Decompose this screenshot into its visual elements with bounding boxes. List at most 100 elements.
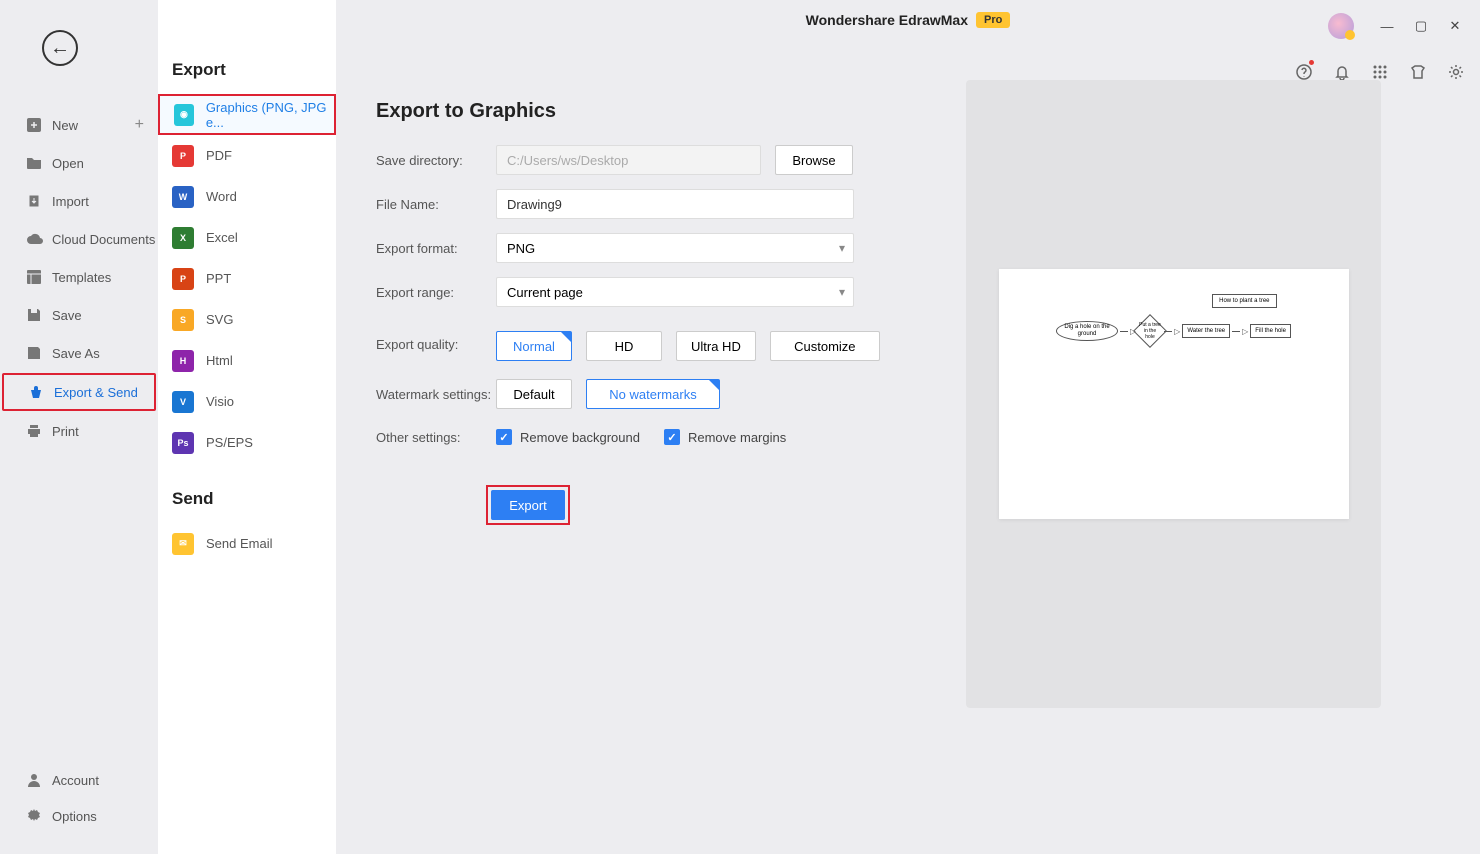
- quality-hd[interactable]: HD: [586, 331, 662, 361]
- exp-label: Html: [206, 353, 233, 368]
- exp-label: PS/EPS: [206, 435, 253, 450]
- import-icon: [26, 193, 52, 209]
- preview-column: How to plant a tree Dig a hole on the gr…: [966, 40, 1440, 814]
- close-button[interactable]: ✕: [1440, 12, 1470, 40]
- export-form: Export to Graphics Save directory: Brows…: [376, 40, 926, 814]
- svg-file-icon: S: [172, 309, 194, 331]
- export-word[interactable]: W Word: [158, 176, 336, 217]
- browse-button[interactable]: Browse: [775, 145, 853, 175]
- save-dir-label: Save directory:: [376, 153, 496, 168]
- back-button[interactable]: ←: [42, 30, 78, 66]
- nav-account[interactable]: Account: [0, 762, 158, 798]
- left-nav: ← New + Open Import Cloud Documents Temp…: [0, 0, 158, 854]
- nav-label: Print: [52, 424, 79, 439]
- exp-label: Send Email: [206, 536, 272, 551]
- minimize-button[interactable]: —: [1372, 12, 1402, 40]
- quality-customize[interactable]: Customize: [770, 331, 880, 361]
- watermark-default[interactable]: Default: [496, 379, 572, 409]
- send-email[interactable]: ✉ Send Email: [158, 523, 336, 564]
- export-ppt[interactable]: P PPT: [158, 258, 336, 299]
- range-label: Export range:: [376, 285, 496, 300]
- settings-icon[interactable]: [1442, 58, 1470, 86]
- nav-label: Open: [52, 156, 84, 171]
- format-select[interactable]: PNG: [496, 233, 854, 263]
- main-area: Wondershare EdrawMax Pro — ▢ ✕ Export to…: [336, 0, 1480, 854]
- remove-bg-label: Remove background: [520, 430, 640, 445]
- nav-save-as[interactable]: Save As: [0, 334, 158, 372]
- nav-label: Import: [52, 194, 89, 209]
- send-heading: Send: [158, 489, 336, 509]
- export-graphics[interactable]: ◉ Graphics (PNG, JPG e...: [158, 94, 336, 135]
- other-label: Other settings:: [376, 430, 496, 445]
- nav-open[interactable]: Open: [0, 144, 158, 182]
- export-icon: [28, 384, 54, 400]
- remove-margins-checkbox[interactable]: [664, 429, 680, 445]
- filename-input[interactable]: [496, 189, 854, 219]
- nav-new[interactable]: New +: [0, 106, 158, 144]
- templates-icon: [26, 269, 52, 285]
- nav-import[interactable]: Import: [0, 182, 158, 220]
- export-button-highlight: Export: [486, 485, 570, 525]
- shirt-icon[interactable]: [1404, 58, 1432, 86]
- export-visio[interactable]: V Visio: [158, 381, 336, 422]
- exp-label: Word: [206, 189, 237, 204]
- quality-normal[interactable]: Normal: [496, 331, 572, 361]
- user-avatar[interactable]: [1328, 13, 1354, 39]
- export-excel[interactable]: X Excel: [158, 217, 336, 258]
- maximize-button[interactable]: ▢: [1406, 12, 1436, 40]
- nav-templates[interactable]: Templates: [0, 258, 158, 296]
- flowchart-node-2: Put a tree in the hole: [1133, 314, 1167, 348]
- pseps-file-icon: Ps: [172, 432, 194, 454]
- exp-label: Graphics (PNG, JPG e...: [206, 100, 334, 130]
- range-select[interactable]: Current page: [496, 277, 854, 307]
- flowchart-node-3: Water the tree: [1182, 324, 1230, 339]
- exp-label: Visio: [206, 394, 234, 409]
- exp-label: PDF: [206, 148, 232, 163]
- nav-cloud[interactable]: Cloud Documents: [0, 220, 158, 258]
- nav-export-send[interactable]: Export & Send: [2, 373, 156, 411]
- visio-file-icon: V: [172, 391, 194, 413]
- save-as-icon: [26, 345, 52, 361]
- ppt-file-icon: P: [172, 268, 194, 290]
- export-html[interactable]: H Html: [158, 340, 336, 381]
- nav-label: Templates: [52, 270, 111, 285]
- app-title: Wondershare EdrawMax: [806, 12, 968, 28]
- plus-icon[interactable]: +: [135, 116, 144, 134]
- excel-file-icon: X: [172, 227, 194, 249]
- page-title: Export to Graphics: [376, 100, 926, 123]
- preview-card: How to plant a tree Dig a hole on the gr…: [966, 80, 1381, 708]
- nav-label: Options: [52, 809, 97, 824]
- word-file-icon: W: [172, 186, 194, 208]
- flowchart-node-4: Fill the hole: [1250, 324, 1291, 339]
- nav-label: Cloud Documents: [52, 232, 155, 247]
- export-sidebar: Export ◉ Graphics (PNG, JPG e... P PDF W…: [158, 0, 336, 854]
- flowchart-node-1: Dig a hole on the ground: [1056, 321, 1118, 341]
- nav-print[interactable]: Print: [0, 412, 158, 450]
- title-bar: Wondershare EdrawMax Pro — ▢ ✕: [336, 0, 1480, 40]
- export-pseps[interactable]: Ps PS/EPS: [158, 422, 336, 463]
- email-icon: ✉: [172, 533, 194, 555]
- account-icon: [26, 772, 52, 788]
- export-svg[interactable]: S SVG: [158, 299, 336, 340]
- filename-label: File Name:: [376, 197, 496, 212]
- export-heading: Export: [158, 60, 336, 80]
- pro-badge: Pro: [976, 12, 1010, 28]
- preview-page: How to plant a tree Dig a hole on the gr…: [999, 269, 1349, 519]
- nav-options[interactable]: Options: [0, 798, 158, 834]
- pdf-file-icon: P: [172, 145, 194, 167]
- nav-save[interactable]: Save: [0, 296, 158, 334]
- watermark-none[interactable]: No watermarks: [586, 379, 720, 409]
- exp-label: PPT: [206, 271, 231, 286]
- nav-label: Account: [52, 773, 99, 788]
- export-pdf[interactable]: P PDF: [158, 135, 336, 176]
- nav-label: Save As: [52, 346, 100, 361]
- remove-bg-checkbox[interactable]: [496, 429, 512, 445]
- export-button[interactable]: Export: [491, 490, 565, 520]
- nav-label: Save: [52, 308, 82, 323]
- save-dir-input[interactable]: [496, 145, 761, 175]
- format-label: Export format:: [376, 241, 496, 256]
- flowchart-title: How to plant a tree: [1212, 294, 1276, 308]
- quality-ultra-hd[interactable]: Ultra HD: [676, 331, 756, 361]
- html-file-icon: H: [172, 350, 194, 372]
- exp-label: Excel: [206, 230, 238, 245]
